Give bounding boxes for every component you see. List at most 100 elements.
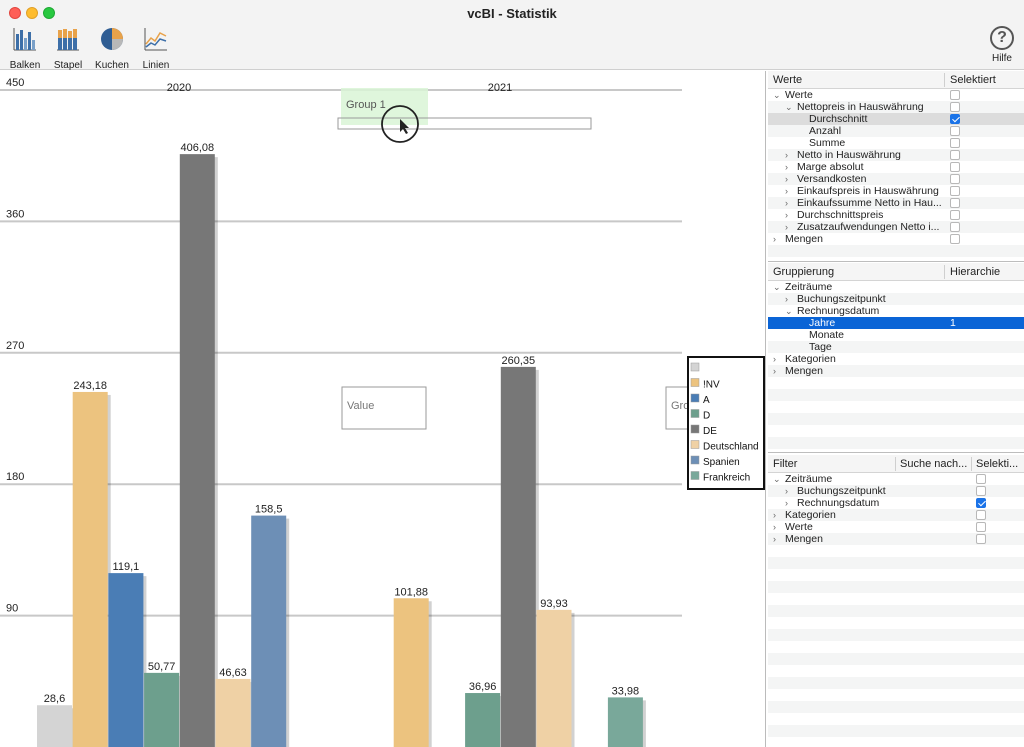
chevron-right-icon[interactable]: › [773, 365, 776, 377]
select-checkbox[interactable] [950, 198, 960, 208]
select-checkbox[interactable] [950, 234, 960, 244]
tree-row[interactable]: › Buchungszeitpunkt [768, 485, 1024, 497]
select-checkbox[interactable] [950, 186, 960, 196]
chevron-down-icon[interactable]: ⌄ [785, 101, 793, 113]
chevron-right-icon[interactable]: › [785, 161, 788, 173]
bar[interactable] [215, 678, 251, 747]
chevron-right-icon[interactable]: › [773, 353, 776, 365]
bar[interactable] [251, 515, 287, 747]
werte-column-header[interactable]: Werte [773, 74, 802, 86]
tree-row[interactable]: › Kategorien [768, 509, 1024, 521]
chevron-down-icon[interactable]: ⌄ [773, 473, 781, 485]
chevron-right-icon[interactable]: › [773, 233, 776, 245]
bar[interactable] [607, 697, 643, 747]
tree-row[interactable]: › Mengen [768, 365, 1024, 377]
tree-row-label: Zusatzaufwendungen Netto i... [797, 221, 940, 233]
help-icon: ? [990, 26, 1014, 50]
help-button[interactable]: ? Hilfe [984, 26, 1020, 64]
select-checkbox[interactable] [950, 150, 960, 160]
tree-row[interactable]: Monate [768, 329, 1024, 341]
toolbar-kuchen-button[interactable]: Kuchen [87, 26, 137, 71]
chevron-right-icon[interactable]: › [785, 497, 788, 509]
bar[interactable] [179, 154, 215, 747]
toolbar-linien-label: Linien [142, 60, 170, 71]
tree-row[interactable]: ⌄ Zeiträume [768, 281, 1024, 293]
tree-row[interactable]: Tage [768, 341, 1024, 353]
tree-row[interactable]: › Netto in Hauswährung [768, 149, 1024, 161]
tree-row-label: Mengen [785, 533, 823, 545]
tree-row[interactable]: › Rechnungsdatum [768, 497, 1024, 509]
bar[interactable] [37, 705, 72, 747]
chevron-right-icon[interactable]: › [785, 485, 788, 497]
select-checkbox[interactable] [950, 138, 960, 148]
tree-row[interactable]: ⌄ Rechnungsdatum [768, 305, 1024, 317]
value-drop-label: Value [347, 400, 374, 412]
chevron-down-icon[interactable]: ⌄ [785, 305, 793, 317]
chevron-right-icon[interactable]: › [785, 149, 788, 161]
hierarchie-column-header[interactable]: Hierarchie [950, 266, 1000, 278]
select-checkbox[interactable] [976, 534, 986, 544]
chevron-right-icon[interactable]: › [773, 509, 776, 521]
tree-row[interactable]: › Kategorien [768, 353, 1024, 365]
chevron-right-icon[interactable]: › [785, 185, 788, 197]
select-checkbox[interactable] [976, 510, 986, 520]
tree-row[interactable]: › Mengen [768, 233, 1024, 245]
tree-row[interactable]: › Einkaufspreis in Hauswährung [768, 185, 1024, 197]
select-checkbox[interactable] [950, 222, 960, 232]
chart-pane[interactable]: 90 180 270 360 450 2020 2021 28,6 243,18 101,88 11… [0, 71, 766, 747]
tree-row[interactable]: Anzahl [768, 125, 1024, 137]
select-checkbox[interactable] [950, 126, 960, 136]
bar[interactable] [72, 391, 108, 747]
chevron-right-icon[interactable]: › [785, 197, 788, 209]
filter-column-header[interactable]: Filter [773, 458, 797, 470]
gruppierung-column-header[interactable]: Gruppierung [773, 266, 834, 278]
bar[interactable] [393, 598, 429, 747]
tree-row[interactable]: › Durchschnittspreis [768, 209, 1024, 221]
chevron-right-icon[interactable]: › [785, 209, 788, 221]
tree-row[interactable]: › Werte [768, 521, 1024, 533]
chevron-right-icon[interactable]: › [785, 173, 788, 185]
tree-row[interactable]: › Zusatzaufwendungen Netto i... [768, 221, 1024, 233]
tree-row[interactable]: › Mengen [768, 533, 1024, 545]
chevron-right-icon[interactable]: › [773, 521, 776, 533]
tree-row[interactable]: › Versandkosten [768, 173, 1024, 185]
tree-row[interactable]: Durchschnitt [768, 113, 1024, 125]
bar[interactable] [536, 609, 572, 747]
select-checkbox[interactable] [950, 114, 960, 124]
select-checkbox[interactable] [976, 486, 986, 496]
select-checkbox[interactable] [950, 102, 960, 112]
bar[interactable] [144, 672, 180, 747]
tree-row-label: Rechnungsdatum [797, 497, 880, 509]
select-checkbox[interactable] [976, 522, 986, 532]
tree-row[interactable]: › Einkaufssumme Netto in Hau... [768, 197, 1024, 209]
chevron-right-icon[interactable]: › [785, 221, 788, 233]
toolbar-stapel-button[interactable]: Stapel [43, 26, 93, 71]
select-checkbox[interactable] [950, 174, 960, 184]
tree-row[interactable]: Jahre 1 [768, 317, 1024, 329]
tree-row[interactable]: ⌄ Zeiträume [768, 473, 1024, 485]
selektiert-column-header[interactable]: Selekti... [976, 458, 1018, 470]
tree-row[interactable]: › Buchungszeitpunkt [768, 293, 1024, 305]
legend-swatch [690, 440, 700, 449]
select-checkbox[interactable] [950, 162, 960, 172]
bar[interactable] [500, 366, 536, 747]
tree-row[interactable]: ⌄ Nettopreis in Hauswährung [768, 101, 1024, 113]
werte-tree: ⌄ Werte ⌄ Nettopreis in Hauswährung Durchsch… [768, 89, 1024, 261]
chevron-right-icon[interactable]: › [785, 293, 788, 305]
bar[interactable] [108, 573, 144, 747]
select-checkbox[interactable] [950, 90, 960, 100]
select-checkbox[interactable] [950, 210, 960, 220]
tree-row[interactable]: Summe [768, 137, 1024, 149]
toolbar-linien-button[interactable]: Linien [131, 26, 181, 71]
tree-row[interactable]: › Marge absolut [768, 161, 1024, 173]
tree-row[interactable]: ⌄ Werte [768, 89, 1024, 101]
suche-column-header[interactable]: Suche nach... [900, 458, 967, 470]
select-checkbox[interactable] [976, 498, 986, 508]
chevron-right-icon[interactable]: › [773, 533, 776, 545]
select-checkbox[interactable] [976, 474, 986, 484]
chevron-down-icon[interactable]: ⌄ [773, 281, 781, 293]
selektiert-column-header[interactable]: Selektiert [950, 74, 996, 86]
chevron-down-icon[interactable]: ⌄ [773, 89, 781, 101]
bar[interactable] [465, 693, 501, 747]
gruppierung-tree: ⌄ Zeiträume › Buchungszeitpunkt ⌄ Rechnungsda… [768, 281, 1024, 449]
